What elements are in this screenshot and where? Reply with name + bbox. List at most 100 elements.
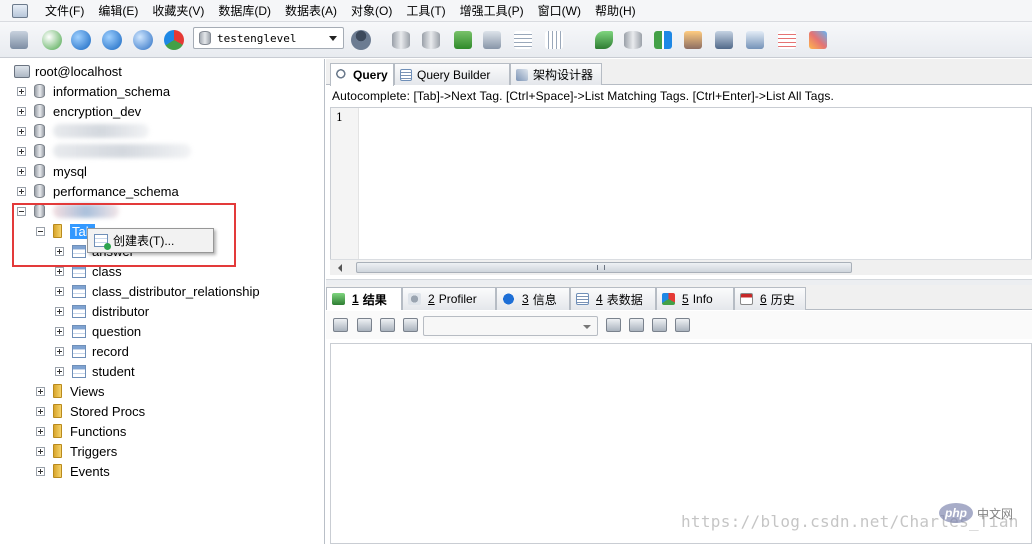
chevron-down-icon[interactable] <box>583 325 591 329</box>
table-design-icon[interactable] <box>774 27 800 53</box>
tab-messages[interactable]: 3 信息 <box>496 287 570 310</box>
save-icon[interactable] <box>629 318 644 332</box>
tree-folder-stored-procs[interactable]: Stored Procs <box>36 401 145 421</box>
tree-db-redacted-1[interactable] <box>17 121 149 141</box>
tab-query[interactable]: Query <box>330 63 394 86</box>
expand-icon[interactable] <box>17 106 26 116</box>
tab-results[interactable]: 1 结果 <box>326 287 402 310</box>
monitor-icon[interactable] <box>711 27 737 53</box>
scheduler-icon[interactable] <box>680 27 706 53</box>
execute-query-icon[interactable] <box>68 27 94 53</box>
table-icon <box>72 364 86 378</box>
expand-icon[interactable] <box>17 186 26 196</box>
expand-icon[interactable] <box>36 446 45 456</box>
copy-icon[interactable] <box>357 318 372 332</box>
tree-db-performance-schema[interactable]: performance_schema <box>17 181 179 201</box>
context-menu-create-table[interactable]: 创建表(T)... <box>113 232 174 249</box>
execute-all-icon[interactable] <box>99 27 125 53</box>
expand-icon[interactable] <box>17 126 26 136</box>
screen-icon[interactable] <box>742 27 768 53</box>
menu-database[interactable]: 数据库(D) <box>211 0 278 22</box>
export-icon[interactable] <box>333 318 348 332</box>
shapes-icon[interactable] <box>161 27 187 53</box>
menu-table[interactable]: 数据表(A) <box>278 0 344 22</box>
sql-editor[interactable]: 1 <box>330 107 1032 275</box>
tree-db-encryption-dev[interactable]: encryption_dev <box>17 101 141 121</box>
expand-icon[interactable] <box>55 326 64 336</box>
tab-schema-designer[interactable]: 架构设计器 <box>510 63 602 85</box>
tree-table-question[interactable]: question <box>55 321 141 341</box>
tree-table-label: distributor <box>92 303 150 319</box>
tree-folder-triggers[interactable]: Triggers <box>36 441 117 461</box>
refresh-data-icon[interactable] <box>675 318 690 332</box>
result-toolbar <box>326 311 1032 339</box>
table-icon <box>72 304 86 318</box>
expand-icon[interactable] <box>17 86 26 96</box>
restore-icon[interactable] <box>418 27 444 53</box>
form-view-icon[interactable] <box>380 318 395 332</box>
create-table-icon <box>94 234 111 250</box>
menu-object[interactable]: 对象(O) <box>344 0 399 22</box>
tree-db-information-schema[interactable]: information_schema <box>17 81 170 101</box>
compare-icon[interactable] <box>650 27 676 53</box>
new-connection-icon[interactable] <box>6 27 32 53</box>
tab-number: 5 <box>682 292 689 306</box>
result-filter-select[interactable] <box>423 316 598 336</box>
horizontal-scrollbar[interactable] <box>330 259 1032 275</box>
expand-icon[interactable] <box>55 366 64 376</box>
menu-power-tools[interactable]: 增强工具(P) <box>453 0 531 22</box>
data-sync-icon[interactable] <box>510 27 536 53</box>
connection-manager-icon[interactable] <box>39 27 65 53</box>
tree-table-record[interactable]: record <box>55 341 129 361</box>
menu-tools[interactable]: 工具(T) <box>399 0 452 22</box>
tree-root-label: root@localhost <box>35 63 122 79</box>
grid-icon[interactable] <box>541 27 567 53</box>
expand-icon[interactable] <box>55 306 64 316</box>
refresh-icon[interactable] <box>130 27 156 53</box>
user-manager-icon[interactable] <box>348 27 374 53</box>
menu-help[interactable]: 帮助(H) <box>588 0 643 22</box>
tree-folder-events[interactable]: Events <box>36 461 110 481</box>
expand-icon[interactable] <box>36 466 45 476</box>
backup-icon[interactable] <box>388 27 414 53</box>
scrollbar-thumb[interactable] <box>356 262 852 273</box>
tab-query-builder[interactable]: Query Builder <box>394 63 510 85</box>
expand-icon[interactable] <box>17 146 26 156</box>
expand-icon[interactable] <box>36 426 45 436</box>
expand-icon[interactable] <box>55 266 64 276</box>
schema-sync-icon[interactable] <box>479 27 505 53</box>
menu-edit[interactable]: 编辑(E) <box>91 0 145 22</box>
expand-icon[interactable] <box>36 386 45 396</box>
menu-file[interactable]: 文件(F) <box>38 0 91 22</box>
profiler-icon <box>408 293 421 305</box>
add-row-icon[interactable] <box>606 318 621 332</box>
text-view-icon[interactable] <box>403 318 418 332</box>
tree-db-mysql[interactable]: mysql <box>17 161 87 181</box>
database-select[interactable]: testenglevel <box>193 27 344 49</box>
schema-designer-icon[interactable] <box>805 27 831 53</box>
menu-window[interactable]: 窗口(W) <box>531 0 588 22</box>
scroll-left-icon[interactable] <box>338 264 342 272</box>
query-builder-icon[interactable] <box>591 27 617 53</box>
menu-favorites[interactable]: 收藏夹(V) <box>145 0 211 22</box>
expand-icon[interactable] <box>36 406 45 416</box>
tab-info[interactable]: 5 Info <box>656 287 734 310</box>
expand-icon[interactable] <box>55 346 64 356</box>
tree-db-redacted-2[interactable] <box>17 141 191 161</box>
tree-folder-views[interactable]: Views <box>36 381 104 401</box>
chevron-down-icon[interactable] <box>329 35 337 41</box>
import-icon[interactable] <box>450 27 476 53</box>
tree-folder-functions[interactable]: Functions <box>36 421 126 441</box>
tree-root[interactable]: root@localhost <box>14 61 122 81</box>
tab-table-data[interactable]: 4 表数据 <box>570 287 656 310</box>
expand-icon[interactable] <box>17 166 26 176</box>
tab-profiler[interactable]: 2 Profiler <box>402 287 496 310</box>
tree-table-student[interactable]: student <box>55 361 135 381</box>
database-icon <box>34 104 45 118</box>
tab-history[interactable]: 6 历史 <box>734 287 806 310</box>
delete-row-icon[interactable] <box>652 318 667 332</box>
tree-table-distributor[interactable]: distributor <box>55 301 149 321</box>
database-icon[interactable] <box>620 27 646 53</box>
tree-table-class-distributor-relationship[interactable]: class_distributor_relationship <box>55 281 260 301</box>
expand-icon[interactable] <box>55 286 64 296</box>
